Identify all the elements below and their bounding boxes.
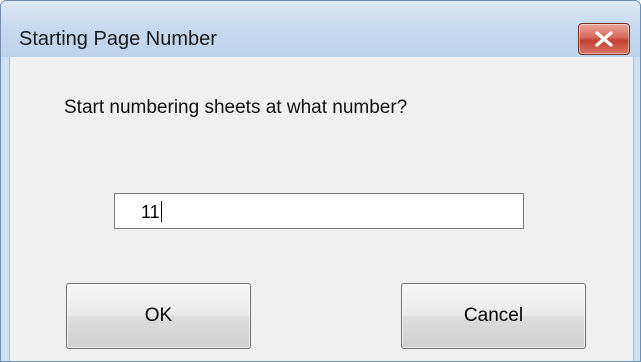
starting-number-value: 11 <box>141 201 162 223</box>
window-title: Starting Page Number <box>19 28 217 50</box>
close-icon <box>595 31 613 47</box>
ok-button-label: OK <box>144 305 173 326</box>
dialog-window: Starting Page Number Start numbering she… <box>0 0 641 362</box>
dialog-body: Start numbering sheets at what number? 1… <box>9 57 634 361</box>
text-caret <box>160 201 162 222</box>
close-button[interactable] <box>578 23 630 55</box>
prompt-label: Start numbering sheets at what number? <box>64 97 408 118</box>
cancel-button-label: Cancel <box>463 305 524 326</box>
title-bar[interactable]: Starting Page Number <box>1 1 640 57</box>
starting-number-input[interactable]: 11 <box>114 193 524 229</box>
ok-button[interactable]: OK <box>66 283 251 349</box>
input-value-text: 11 <box>141 202 160 222</box>
cancel-button[interactable]: Cancel <box>401 283 586 349</box>
